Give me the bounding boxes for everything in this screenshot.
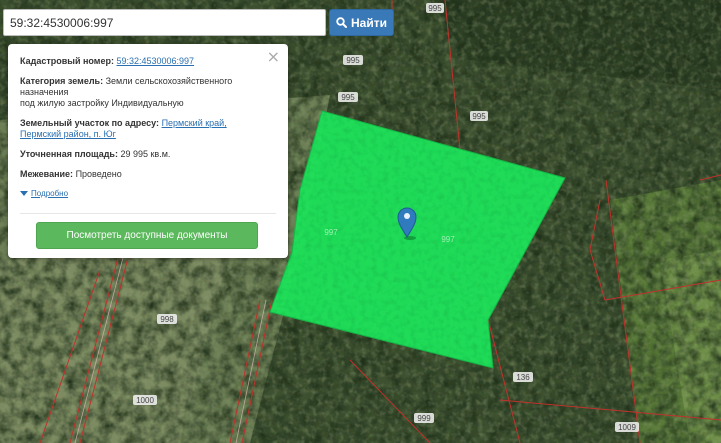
divider bbox=[20, 213, 276, 214]
parcel-label: 995 bbox=[426, 3, 444, 13]
parcel-label: 1000 bbox=[133, 395, 157, 405]
parcel-label: 995 bbox=[470, 111, 488, 121]
survey-row: Межевание: Проведено bbox=[20, 169, 276, 180]
svg-text:997: 997 bbox=[324, 228, 338, 237]
parcel-label: 1009 bbox=[615, 422, 639, 432]
survey-value: Проведено bbox=[75, 169, 122, 179]
parcel-label: 136 bbox=[513, 372, 533, 382]
view-documents-label: Посмотреть доступные документы bbox=[66, 230, 228, 241]
address-row: Земельный участок по адресу: Пермский кр… bbox=[20, 118, 276, 140]
address-link[interactable]: Пермский край, bbox=[162, 118, 227, 128]
details-toggle[interactable]: Подробно bbox=[20, 188, 276, 199]
details-link-label: Подробно bbox=[31, 189, 69, 198]
land-category-value: Земли сельскохозяйственного bbox=[105, 76, 233, 86]
parcel-label: 995 bbox=[343, 55, 363, 65]
view-documents-button[interactable]: Посмотреть доступные документы bbox=[36, 222, 258, 249]
address-link[interactable]: Пермский район, п. Юг bbox=[20, 129, 116, 139]
parcel-label: 999 bbox=[414, 413, 434, 423]
parcel-label: 997 bbox=[441, 235, 455, 244]
area-value: 29 995 кв.м. bbox=[120, 149, 171, 159]
search-button[interactable]: Найти bbox=[329, 9, 394, 36]
close-icon[interactable]: × bbox=[267, 49, 280, 65]
svg-text:995: 995 bbox=[341, 93, 355, 102]
land-category-value: под жилую застройку Индивидуальную bbox=[20, 98, 184, 108]
address-label: Земельный участок по адресу: bbox=[20, 118, 160, 128]
parcel-label: 998 bbox=[157, 314, 177, 324]
parcel-info-popup: × Кадастровый номер: 59:32:4530006:997 К… bbox=[8, 44, 288, 258]
svg-text:1000: 1000 bbox=[136, 396, 154, 405]
search-icon bbox=[336, 17, 347, 28]
cadastral-search-input[interactable] bbox=[3, 9, 326, 36]
search-button-label: Найти bbox=[351, 15, 387, 30]
land-category-value: назначения bbox=[20, 87, 69, 97]
svg-text:1009: 1009 bbox=[618, 423, 636, 432]
svg-text:995: 995 bbox=[428, 4, 442, 13]
land-category-label: Категория земель: bbox=[20, 76, 104, 86]
cadastral-number-label: Кадастровый номер: bbox=[20, 56, 114, 66]
svg-text:998: 998 bbox=[160, 315, 174, 324]
svg-text:997: 997 bbox=[441, 235, 455, 244]
area-label: Уточненная площадь: bbox=[20, 149, 118, 159]
svg-text:995: 995 bbox=[346, 56, 360, 65]
survey-label: Межевание: bbox=[20, 169, 74, 179]
parcel-label: 997 bbox=[324, 228, 338, 237]
svg-text:999: 999 bbox=[417, 414, 431, 423]
land-category-row: Категория земель: Земли сельскохозяйстве… bbox=[20, 76, 276, 109]
area-row: Уточненная площадь: 29 995 кв.м. bbox=[20, 149, 276, 160]
svg-text:136: 136 bbox=[516, 373, 530, 382]
cadastral-number-row: Кадастровый номер: 59:32:4530006:997 bbox=[20, 56, 276, 67]
expand-triangle-icon bbox=[20, 191, 28, 196]
cadastral-number-link[interactable]: 59:32:4530006:997 bbox=[116, 56, 194, 66]
parcel-label: 995 bbox=[338, 92, 358, 102]
svg-text:995: 995 bbox=[472, 112, 486, 121]
